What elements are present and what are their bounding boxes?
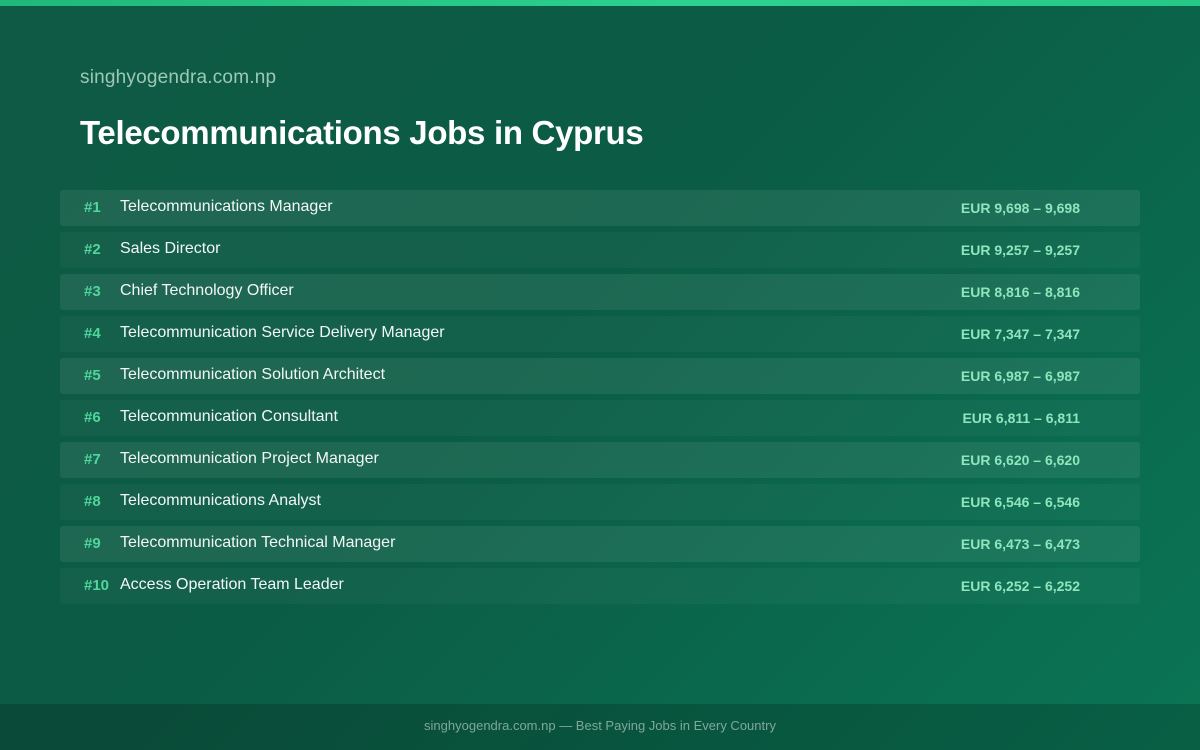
footer-text: singhyogendra.com.np — Best Paying Jobs … <box>424 718 776 733</box>
job-rank: #3 <box>84 283 101 300</box>
job-salary: EUR 6,620 – 6,620 <box>960 452 1080 468</box>
footer: singhyogendra.com.np — Best Paying Jobs … <box>0 704 1200 750</box>
job-row: #9 Telecommunication Technical Manager E… <box>60 526 1140 562</box>
job-title: Telecommunication Technical Manager <box>120 534 396 551</box>
job-list: #1 Telecommunications Manager EUR 9,698 … <box>60 190 1140 610</box>
job-title: Sales Director <box>120 240 221 257</box>
job-salary: EUR 7,347 – 7,347 <box>960 326 1080 342</box>
job-rank: #5 <box>84 367 101 384</box>
job-salary: EUR 9,698 – 9,698 <box>960 200 1080 216</box>
site-name: singhyogendra.com.np <box>80 67 277 88</box>
job-title: Chief Technology Officer <box>120 282 294 299</box>
job-row: #3 Chief Technology Officer EUR 8,816 – … <box>60 274 1140 310</box>
job-title: Telecommunications Analyst <box>120 492 321 509</box>
job-title: Telecommunication Consultant <box>120 408 338 425</box>
job-title: Telecommunications Manager <box>120 198 333 215</box>
top-accent-bar <box>0 0 1200 6</box>
job-row: #7 Telecommunication Project Manager EUR… <box>60 442 1140 478</box>
job-rank: #7 <box>84 451 101 468</box>
job-salary: EUR 9,257 – 9,257 <box>960 242 1080 258</box>
job-title: Telecommunication Solution Architect <box>120 366 386 383</box>
page-title: Telecommunications Jobs in Cyprus <box>80 114 644 151</box>
job-salary: EUR 6,811 – 6,811 <box>962 410 1080 426</box>
job-salary: EUR 8,816 – 8,816 <box>960 284 1080 300</box>
job-row: #10 Access Operation Team Leader EUR 6,2… <box>60 568 1140 604</box>
job-rank: #9 <box>84 535 101 552</box>
job-row: #4 Telecommunication Service Delivery Ma… <box>60 316 1140 352</box>
job-salary: EUR 6,987 – 6,987 <box>960 368 1080 384</box>
job-row: #5 Telecommunication Solution Architect … <box>60 358 1140 394</box>
job-rank: #6 <box>84 409 101 426</box>
job-salary: EUR 6,473 – 6,473 <box>960 536 1080 552</box>
job-salary: EUR 6,546 – 6,546 <box>960 494 1080 510</box>
job-rank: #4 <box>84 325 101 342</box>
job-title: Telecommunication Project Manager <box>120 450 379 467</box>
job-rank: #10 <box>84 577 110 594</box>
job-row: #1 Telecommunications Manager EUR 9,698 … <box>60 190 1140 226</box>
job-title: Access Operation Team Leader <box>120 576 344 593</box>
job-row: #2 Sales Director EUR 9,257 – 9,257 <box>60 232 1140 268</box>
job-row: #8 Telecommunications Analyst EUR 6,546 … <box>60 484 1140 520</box>
job-title: Telecommunication Service Delivery Manag… <box>120 324 445 341</box>
job-salary: EUR 6,252 – 6,252 <box>960 578 1080 594</box>
job-row: #6 Telecommunication Consultant EUR 6,81… <box>60 400 1140 436</box>
job-rank: #2 <box>84 241 101 258</box>
job-rank: #8 <box>84 493 101 510</box>
job-rank: #1 <box>84 199 101 216</box>
